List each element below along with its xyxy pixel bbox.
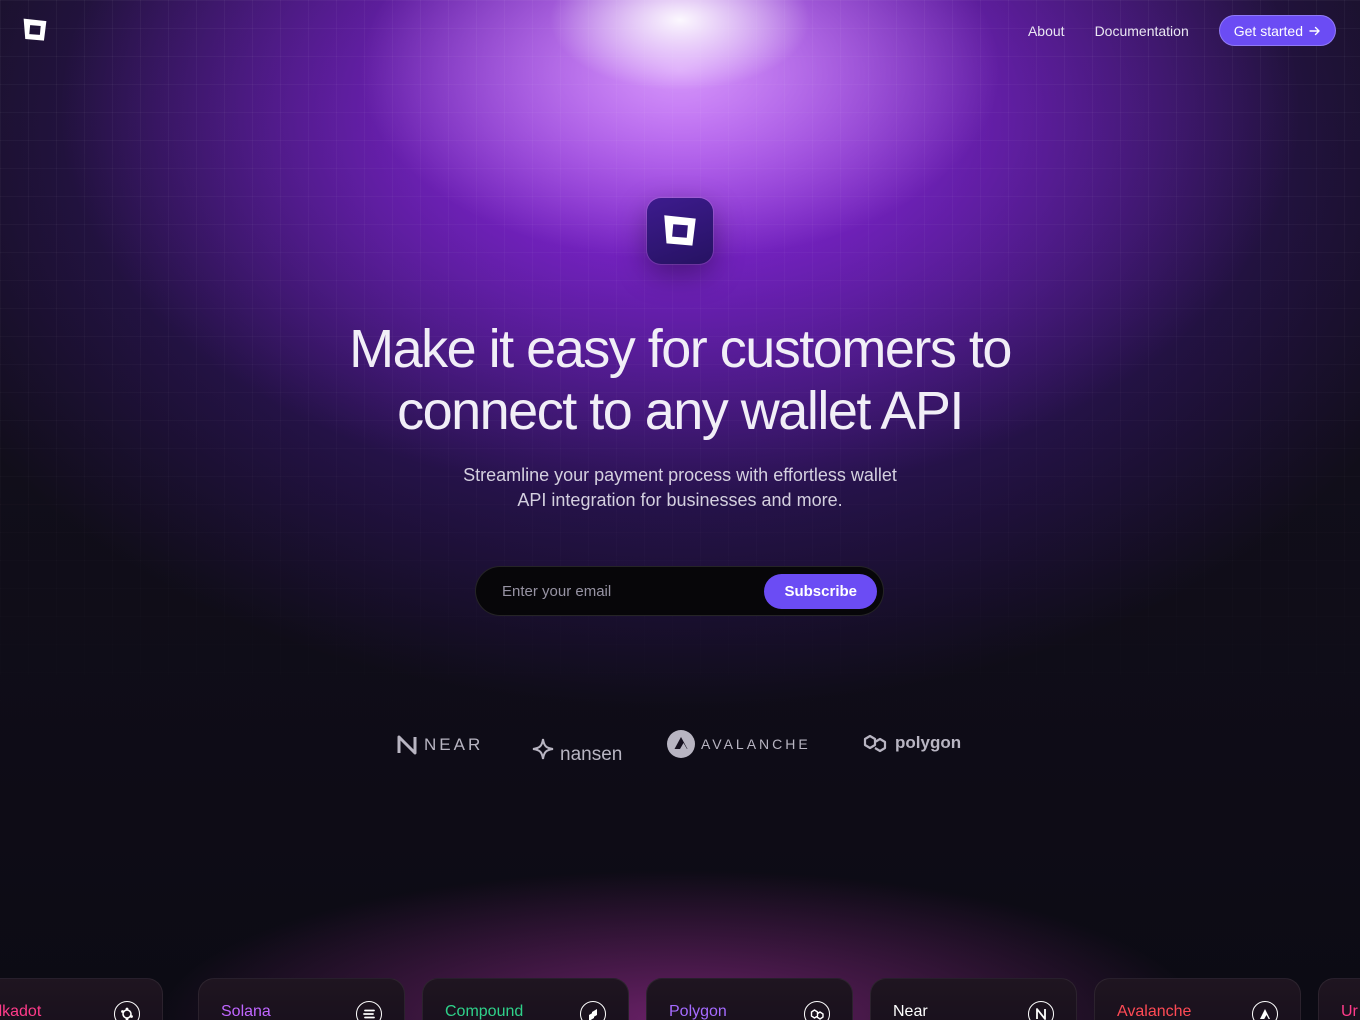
avalanche-logo-icon [667, 730, 695, 758]
polygon-icon [804, 1001, 830, 1020]
get-started-label: Get started [1233, 22, 1303, 39]
network-card-name: Ur [1341, 1003, 1358, 1020]
get-started-button[interactable]: Get started [1218, 15, 1336, 46]
nav-link-about[interactable]: About [1028, 23, 1065, 39]
partner-avalanche: AVALANCHE [667, 730, 811, 758]
hero-title-line-1: Make it easy for customers to [349, 319, 1012, 379]
partner-polygon: polygon [863, 732, 961, 754]
network-card-polygon[interactable]: Polygon [646, 978, 853, 1020]
brand-logo-icon[interactable] [22, 17, 48, 43]
hero-title: Make it easy for customers to connect to… [0, 318, 1360, 442]
near-icon [1028, 1001, 1054, 1020]
subscribe-form: Subscribe [475, 566, 884, 616]
partner-avalanche-name: AVALANCHE [701, 736, 811, 752]
solana-icon [356, 1001, 382, 1020]
hero-subtitle-line-2: API integration for businesses and more. [517, 490, 843, 510]
network-card-avalanche[interactable]: Avalanche [1094, 978, 1301, 1020]
hero-subtitle-line-1: Streamline your payment process with eff… [463, 465, 897, 485]
arrow-right-icon [1309, 26, 1320, 35]
email-input[interactable] [502, 582, 765, 600]
network-card-solana[interactable]: Solana [198, 978, 405, 1020]
partner-near-name: NEAR [424, 735, 484, 754]
network-card-name: Compound [445, 1003, 524, 1020]
avalanche-icon [1252, 1001, 1278, 1020]
network-card-compound[interactable]: Compound [422, 978, 629, 1020]
nansen-logo-icon [532, 738, 554, 760]
near-logo-icon [397, 735, 417, 755]
network-card-polkadot[interactable]: Polkadot [0, 978, 163, 1020]
hero-subtitle: Streamline your payment process with eff… [430, 463, 930, 513]
partner-logos: NEAR nansen AVALANCHE polygon [0, 726, 1360, 766]
hero-title-line-2: connect to any wallet API [397, 381, 964, 441]
partner-polygon-name: polygon [895, 733, 962, 752]
compound-icon [580, 1001, 606, 1020]
network-card-near[interactable]: Near [870, 978, 1077, 1020]
network-card-name: Avalanche [1117, 1003, 1192, 1020]
top-nav: About Documentation Get started [1028, 15, 1336, 46]
network-card-name: Solana [221, 1003, 271, 1020]
polkadot-icon [114, 1001, 140, 1020]
network-card-name: Near [893, 1003, 928, 1020]
network-card-name: Polkadot [0, 1003, 42, 1020]
partner-nansen: nansen [532, 732, 622, 766]
network-card-name: Polygon [669, 1003, 727, 1020]
brand-mark-icon [664, 215, 696, 246]
network-card-partial[interactable]: Ur [1318, 978, 1360, 1020]
nav-link-documentation[interactable]: Documentation [1095, 23, 1189, 39]
subscribe-button[interactable]: Subscribe [764, 573, 877, 609]
app-logo-tile [647, 198, 713, 264]
partner-near: NEAR [396, 734, 483, 756]
network-cards-strip: Polkadot Solana Compound Polygon Near Av… [0, 978, 1360, 1020]
polygon-logo-icon [863, 734, 887, 753]
partner-nansen-name: nansen [560, 744, 623, 765]
